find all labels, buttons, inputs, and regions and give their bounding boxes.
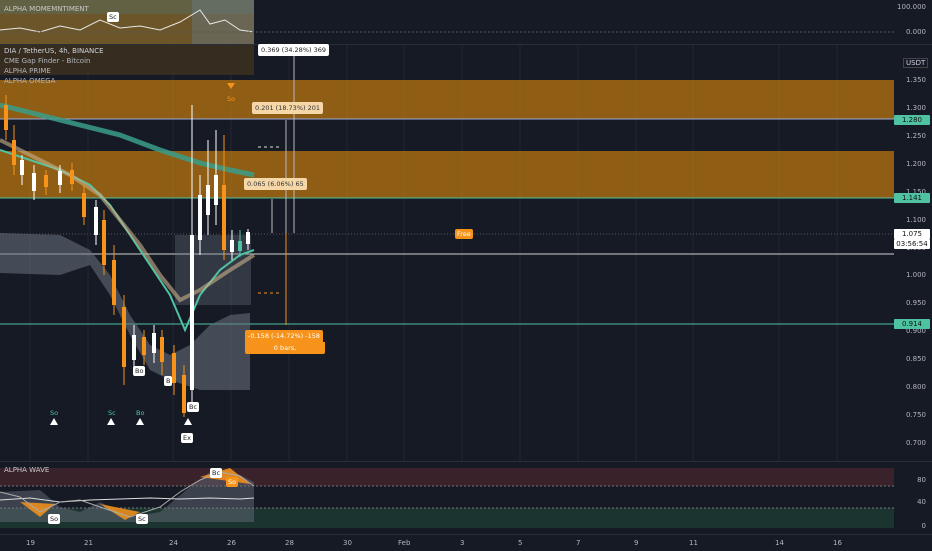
wave-title: ALPHA WAVE <box>4 466 50 474</box>
wave-label: So <box>226 477 239 487</box>
time-tick: 26 <box>227 539 236 547</box>
price-tick: 1.000 <box>905 271 926 279</box>
wave-axis: 80 40 0 <box>894 462 932 534</box>
candle-countdown: 03:56:54 <box>894 239 930 249</box>
time-tick: 7 <box>576 539 581 547</box>
momentum-axis: 100.000 0.000 <box>894 0 932 44</box>
measure-bars: 0 bars, <box>245 342 325 354</box>
momentum-tick: 100.000 <box>897 3 926 11</box>
momentum-title: ALPHA MOMEMNTIMENT <box>4 5 89 13</box>
marker-ex: Ex <box>181 433 193 443</box>
price-tick: 0.700 <box>905 439 926 447</box>
currency-unit: USDT <box>903 58 929 68</box>
momentum-marker: Sc <box>107 12 119 22</box>
legend-symbol[interactable]: DIA / TetherUS, 4h, BINANCE <box>4 47 104 55</box>
wave-tick: 80 <box>917 476 926 484</box>
time-tick: 14 <box>775 539 784 547</box>
signal-sc: Sc <box>108 409 116 417</box>
time-tick: 24 <box>169 539 178 547</box>
time-tick: 30 <box>343 539 352 547</box>
price-tick: 1.300 <box>905 104 926 112</box>
momentum-pane: ALPHA MOMEMNTIMENT Sc <box>0 0 894 44</box>
time-tick: 19 <box>26 539 35 547</box>
time-tick: Feb <box>398 539 411 547</box>
measure-label[interactable]: 0.369 (34.28%) 369 <box>258 44 330 56</box>
wave-tick: 40 <box>917 498 926 506</box>
price-tick: 0.850 <box>905 355 926 363</box>
time-tick: 21 <box>84 539 93 547</box>
legend-indicator[interactable]: ALPHA OMEGA <box>4 77 55 85</box>
price-tick: 1.250 <box>905 132 926 140</box>
time-tick: 16 <box>833 539 842 547</box>
time-tick: 5 <box>518 539 523 547</box>
wave-pane[interactable]: ALPHA WAVE So Sc Bc So <box>0 462 894 534</box>
signal-so: So <box>50 409 59 417</box>
time-tick: 11 <box>689 539 698 547</box>
price-tick: 1.200 <box>905 160 926 168</box>
wave-chart <box>0 468 894 528</box>
time-tick: 28 <box>285 539 294 547</box>
signal-bo: Bo <box>136 409 145 417</box>
marker-so-top: So <box>227 95 236 103</box>
measure-label[interactable]: 0.065 (6.06%) 65 <box>244 178 307 190</box>
price-tick: 0.950 <box>905 299 926 307</box>
price-tick: 0.800 <box>905 383 926 391</box>
price-badge-1141: 1.141 <box>894 193 930 203</box>
measure-label[interactable]: 0.201 (18.73%) 201 <box>252 102 324 114</box>
price-tick: 0.750 <box>905 411 926 419</box>
wave-label: So <box>48 514 61 524</box>
wave-tick: 0 <box>921 522 926 530</box>
time-tick: 9 <box>634 539 639 547</box>
price-chart[interactable] <box>0 45 894 461</box>
price-pane[interactable]: DIA / TetherUS, 4h, BINANCE CME Gap Find… <box>0 44 894 461</box>
measure-label[interactable]: -0.158 (-14.72%) -158 <box>245 330 324 342</box>
legend-indicator[interactable]: CME Gap Finder - Bitcoin <box>4 57 90 65</box>
wave-label: Sc <box>136 514 148 524</box>
price-tick: 1.100 <box>905 216 926 224</box>
marker-bo: Bo <box>133 366 146 376</box>
time-axis[interactable]: 19 21 24 26 28 30 Feb 3 5 7 9 11 14 16 <box>0 534 932 551</box>
legend-indicator[interactable]: ALPHA PRIME <box>4 67 51 75</box>
price-badge-1280: 1.280 <box>894 115 930 125</box>
wave-label: Bc <box>210 468 223 478</box>
free-label[interactable]: Free <box>455 229 473 239</box>
time-tick: 3 <box>460 539 465 547</box>
marker-b: B <box>164 376 173 386</box>
price-badge-0914: 0.914 <box>894 319 930 329</box>
momentum-tick: 0.000 <box>905 28 926 36</box>
price-tick: 1.350 <box>905 76 926 84</box>
momentum-chart <box>0 0 894 44</box>
price-axis[interactable]: 1.350 1.300 1.250 1.200 1.150 1.100 1.05… <box>894 45 932 461</box>
marker-bc: Bc <box>187 402 200 412</box>
current-price-badge: 1.075 <box>894 229 930 239</box>
